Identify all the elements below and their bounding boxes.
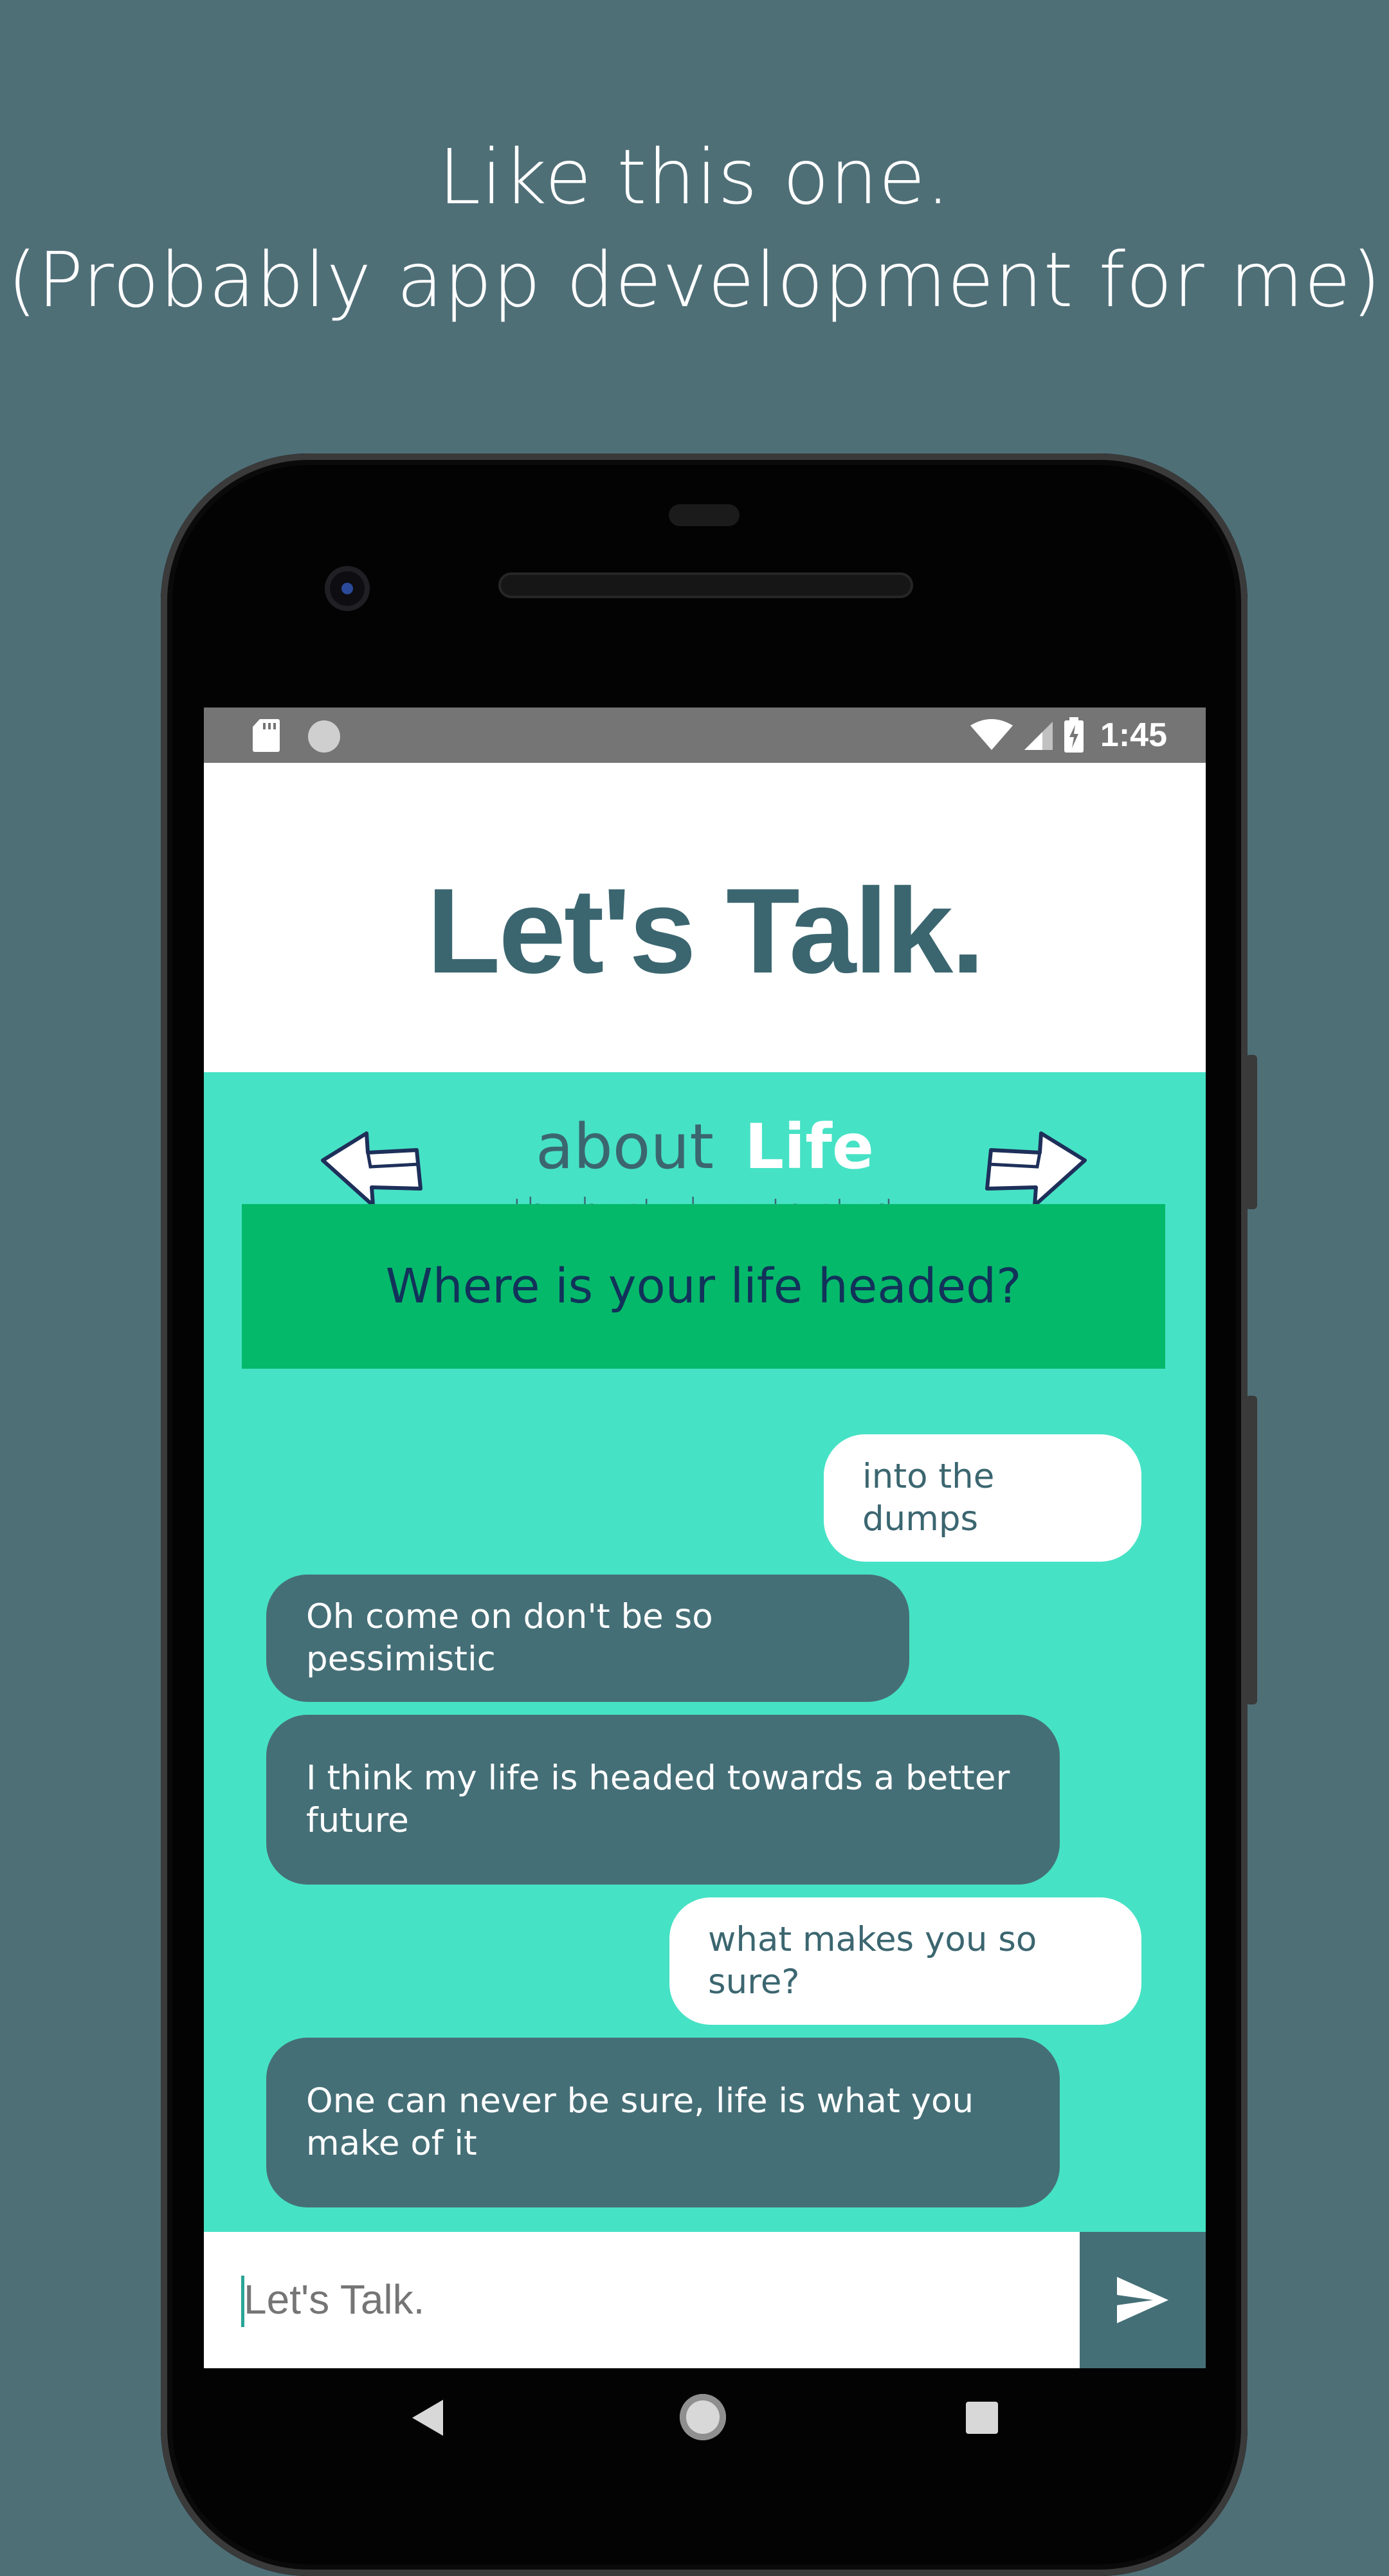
status-time: 1:45	[1100, 717, 1167, 754]
app-title: Let's Talk.	[426, 863, 985, 998]
caption: Like this one. (Probably app development…	[0, 125, 1389, 331]
message-text: Oh come on don't be so pessimistic	[306, 1597, 713, 1679]
earpiece	[669, 504, 740, 526]
message-text: One can never be sure, life is what you …	[306, 2081, 974, 2163]
home-icon[interactable]	[680, 2394, 726, 2440]
message-bot: Oh come on don't be so pessimistic	[266, 1575, 909, 1702]
status-right: 1:45	[969, 708, 1167, 763]
message-user: into the dumps	[824, 1434, 1141, 1562]
message-text: into the dumps	[862, 1457, 995, 1539]
app-screen: 1:45 Let's Talk. aboutLife the best plac…	[204, 708, 1206, 2368]
message-input[interactable]	[241, 2258, 1080, 2341]
signal-icon	[1024, 722, 1053, 750]
topic-prefix: about	[536, 1111, 714, 1183]
question-card: Where is your life headed?	[242, 1204, 1165, 1369]
send-button[interactable]	[1080, 2232, 1206, 2368]
message-text: what makes you so sure?	[708, 1920, 1037, 2002]
text-caret	[241, 2276, 244, 2327]
power-button	[1246, 1055, 1257, 1209]
arrow-right-icon[interactable]	[982, 1127, 1091, 1210]
question-text: Where is your life headed?	[385, 1259, 1022, 1314]
topic-name[interactable]: Life	[745, 1111, 874, 1183]
send-icon	[1117, 2277, 1168, 2323]
camera-lens	[341, 583, 353, 594]
message-bot: One can never be sure, life is what you …	[266, 2038, 1060, 2207]
back-icon[interactable]	[410, 2397, 446, 2438]
sd-card-icon	[253, 719, 280, 752]
wifi-icon	[970, 719, 1013, 750]
recents-icon[interactable]	[966, 2402, 998, 2434]
message-composer	[204, 2232, 1206, 2368]
caption-line-1: Like this one.	[438, 132, 951, 221]
message-text: I think my life is headed towards a bett…	[306, 1758, 1010, 1840]
speaker-grille	[498, 572, 913, 598]
battery-charging-icon	[1064, 717, 1084, 753]
message-user: what makes you so sure?	[669, 1897, 1141, 2025]
navigation-bar	[204, 2368, 1206, 2470]
caption-line-2: (Probably app development for me)	[7, 235, 1382, 324]
message-bot: I think my life is headed towards a bett…	[266, 1715, 1060, 1885]
app-header: Let's Talk.	[204, 763, 1206, 1072]
status-bar: 1:45	[204, 708, 1206, 763]
volume-button	[1246, 1396, 1257, 1704]
notification-dot-icon	[308, 720, 340, 753]
